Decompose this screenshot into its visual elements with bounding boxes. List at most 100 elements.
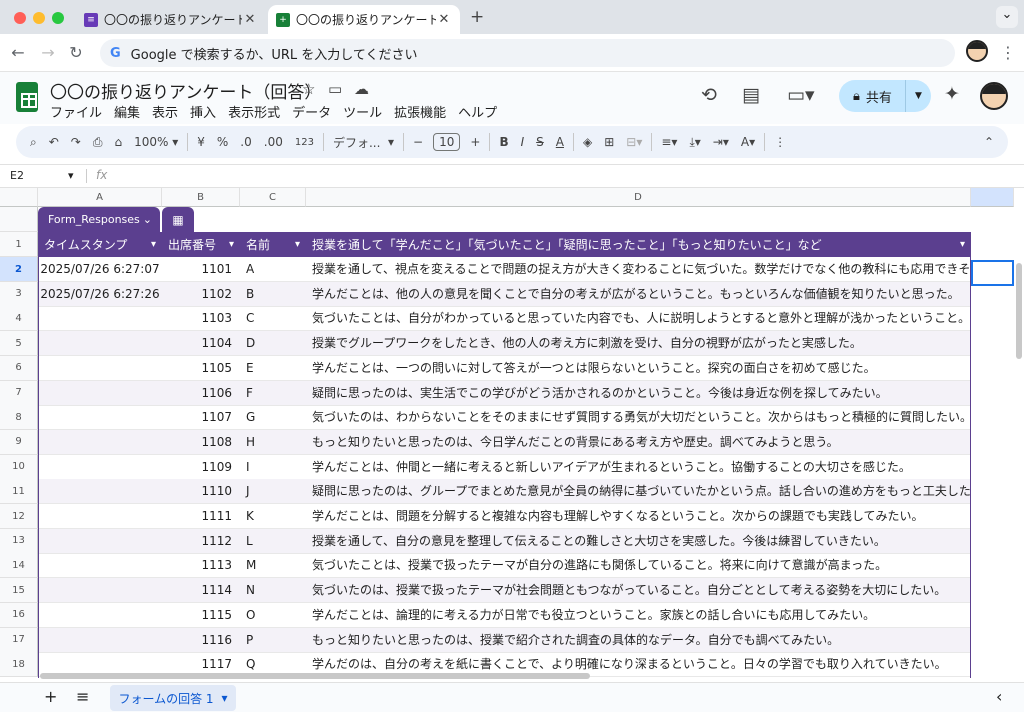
row-header[interactable]: 13 (0, 528, 38, 554)
percent-button[interactable]: % (211, 130, 234, 154)
row-header[interactable]: 4 (0, 306, 38, 332)
row-header[interactable]: 9 (0, 429, 38, 455)
text-rotation-icon[interactable]: A▾ (735, 130, 761, 154)
history-icon[interactable]: ⟲ (701, 84, 717, 106)
row-header[interactable]: 16 (0, 602, 38, 628)
table-calculator-icon[interactable]: ▦ (162, 207, 194, 232)
number-format-button[interactable]: 123 (289, 130, 320, 154)
decrease-decimal-button[interactable]: .0 (234, 130, 257, 154)
borders-icon[interactable]: ⊞ (598, 130, 620, 154)
horizontal-align-icon[interactable]: ≡▾ (655, 130, 683, 154)
row-header[interactable]: 18 (0, 652, 38, 678)
account-avatar[interactable] (980, 82, 1008, 110)
name-box[interactable]: E2 ▾ (10, 169, 80, 182)
column-header-c[interactable]: C (240, 188, 306, 207)
italic-icon[interactable]: I (515, 130, 531, 154)
row-header[interactable]: 10 (0, 454, 38, 480)
collapse-side-icon[interactable]: ‹ (996, 687, 1002, 706)
sheets-logo-icon[interactable] (16, 82, 38, 112)
print-icon[interactable]: ⎙ (87, 130, 109, 154)
column-header-e[interactable] (971, 188, 1014, 207)
menu-edit[interactable]: 編集 (114, 102, 140, 121)
row-header[interactable]: 1 (0, 232, 38, 257)
menu-data[interactable]: データ (292, 102, 331, 121)
strikethrough-icon[interactable]: S (530, 130, 550, 154)
meet-icon[interactable]: ▭▾ (787, 84, 815, 106)
font-size-input[interactable]: 10 (433, 133, 461, 151)
browser-tab-form[interactable]: ≡ 〇〇の振り返りアンケート - Goo ✕ (76, 5, 266, 34)
document-title[interactable]: 〇〇の振り返りアンケート（回答） (50, 78, 321, 103)
address-input[interactable]: G Google で検索するか、URL を入力してください (100, 39, 955, 67)
row-header[interactable]: 12 (0, 504, 38, 529)
fill-color-icon[interactable]: ◈ (577, 130, 598, 154)
zoom-select[interactable]: 100% ▾ (128, 130, 184, 154)
collapse-toolbar-icon[interactable]: ⌃ (978, 130, 1000, 154)
profile-avatar[interactable] (966, 40, 988, 62)
column-header-d[interactable]: D (306, 188, 971, 207)
menu-format[interactable]: 表示形式 (228, 102, 280, 121)
row-header[interactable]: 7 (0, 380, 38, 406)
font-size-increase-icon[interactable]: + (464, 130, 486, 154)
redo-icon[interactable]: ↷ (65, 130, 87, 154)
row-header[interactable]: 15 (0, 578, 38, 604)
share-button[interactable]: 🔒︎ 共有 ▼ (839, 80, 931, 112)
search-menus-icon[interactable]: ⌕ (24, 130, 43, 154)
currency-button[interactable]: ¥ (191, 130, 211, 154)
reload-icon[interactable]: ↻ (66, 43, 86, 62)
column-header-a[interactable]: A (38, 188, 162, 207)
sheet-tab-form-responses[interactable]: フォームの回答 1 ▾ (110, 685, 236, 711)
scrollbar-thumb[interactable] (1016, 263, 1022, 359)
menu-extensions[interactable]: 拡張機能 (394, 102, 446, 121)
sheet-grid[interactable]: Form_Responses ⌄ ▦ 1 タイムスタンプ ▾ 出席番号 ▾ 名前 ▾ 授… (0, 207, 1014, 678)
comment-icon[interactable]: ▤ (742, 84, 760, 106)
row-header[interactable]: 11 (0, 479, 38, 505)
increase-decimal-button[interactable]: .00 (258, 130, 289, 154)
close-window-button[interactable] (14, 12, 26, 24)
forward-icon[interactable]: → (38, 43, 58, 62)
bold-icon[interactable]: B (493, 130, 514, 154)
row-header[interactable]: 14 (0, 553, 38, 579)
column-header-b[interactable]: B (162, 188, 240, 207)
browser-tab-sheet[interactable]: + 〇〇の振り返りアンケート（回答 ✕ (268, 5, 460, 34)
scrollbar-thumb[interactable] (40, 673, 590, 679)
merge-cells-icon[interactable]: ⊟▾ (620, 130, 648, 154)
all-sheets-button[interactable]: ≡ (76, 687, 89, 706)
vertical-align-icon[interactable]: ⤓▾ (683, 130, 706, 154)
new-tab-button[interactable]: + (470, 7, 484, 27)
gemini-icon[interactable]: ✦ (944, 83, 960, 105)
menu-view[interactable]: 表示 (152, 102, 178, 121)
maximize-window-button[interactable] (52, 12, 64, 24)
row-header[interactable]: 17 (0, 627, 38, 653)
font-size-decrease-icon[interactable]: − (407, 130, 429, 154)
tab-search-button[interactable]: ⌄ (996, 6, 1018, 28)
paint-format-icon[interactable]: ⌂ (108, 130, 128, 154)
row-header[interactable]: 6 (0, 355, 38, 381)
table-name-chip[interactable]: Form_Responses ⌄ (38, 207, 160, 232)
font-select[interactable]: デフォ... ▾ (327, 130, 400, 154)
star-icon[interactable]: ☆ (302, 80, 315, 98)
minimize-window-button[interactable] (33, 12, 45, 24)
row-header[interactable]: 5 (0, 331, 38, 357)
move-folder-icon[interactable]: ▭ (328, 80, 342, 98)
back-icon[interactable]: ← (8, 43, 28, 62)
row-header[interactable]: 2 (0, 257, 38, 282)
vertical-scrollbar[interactable] (1014, 207, 1024, 678)
row-header[interactable]: 3 (0, 281, 38, 307)
more-options-icon[interactable]: ⋮ (768, 130, 792, 154)
browser-menu-icon[interactable]: ⋮ (998, 43, 1018, 62)
cloud-status-icon[interactable]: ☁ (354, 80, 369, 98)
chevron-down-icon[interactable]: ▾ (222, 691, 228, 705)
menu-tools[interactable]: ツール (343, 102, 382, 121)
share-dropdown-icon[interactable]: ▼ (905, 80, 931, 112)
horizontal-scrollbar[interactable] (38, 672, 1014, 680)
menu-help[interactable]: ヘルプ (458, 102, 497, 121)
name-box-dropdown-icon[interactable]: ▾ (68, 169, 74, 182)
close-tab-icon[interactable]: ✕ (436, 12, 452, 27)
menu-file[interactable]: ファイル (50, 102, 102, 121)
menu-insert[interactable]: 挿入 (190, 102, 216, 121)
row-header[interactable]: 8 (0, 405, 38, 431)
text-wrap-icon[interactable]: ⇥▾ (707, 130, 735, 154)
add-sheet-button[interactable]: + (44, 687, 57, 706)
selected-cell-e2[interactable] (971, 260, 1014, 286)
select-all-corner[interactable] (0, 188, 38, 207)
